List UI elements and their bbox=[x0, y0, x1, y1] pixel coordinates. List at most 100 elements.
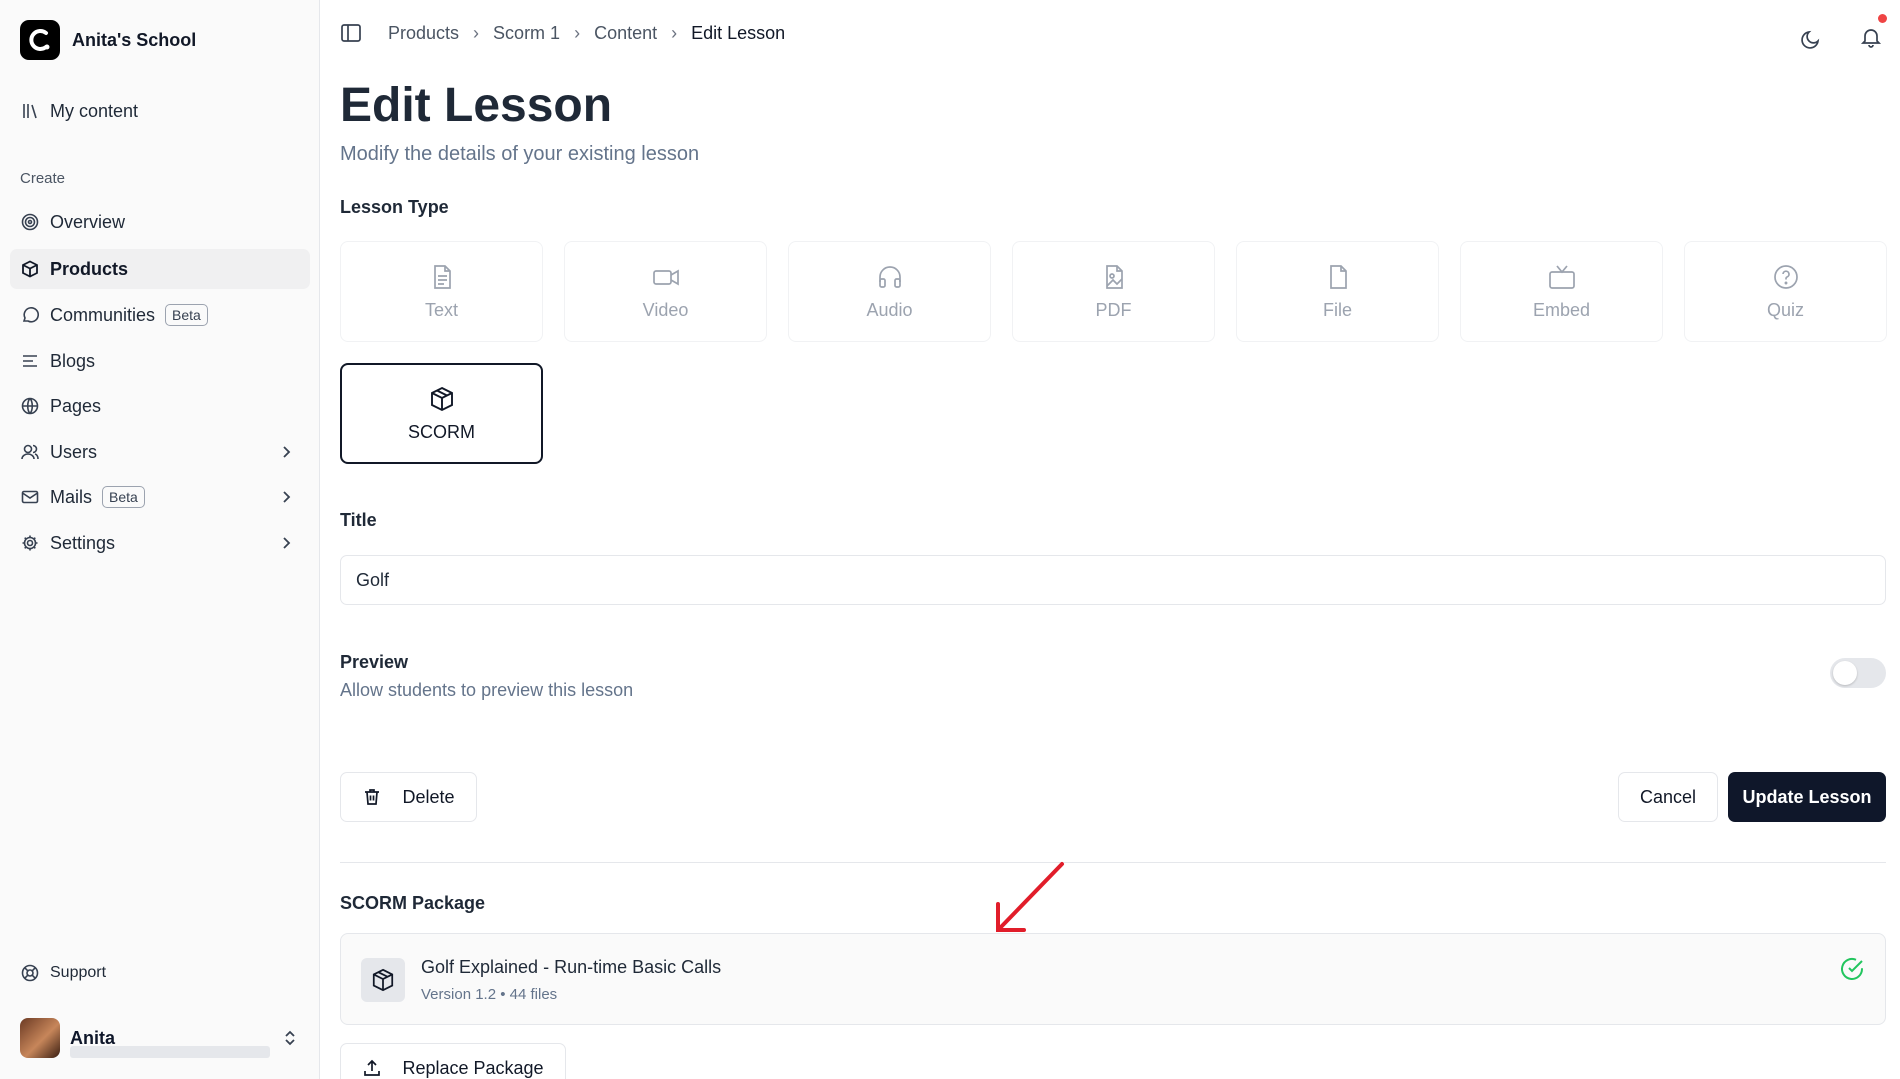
check-circle-icon bbox=[1841, 958, 1863, 980]
users-icon bbox=[20, 442, 40, 462]
sidebar-item-label: Mails bbox=[50, 486, 93, 507]
brand[interactable]: Anita's School bbox=[20, 20, 196, 60]
annotation-arrow-icon bbox=[996, 862, 1064, 932]
lesson-type-quiz[interactable]: Quiz bbox=[1684, 241, 1887, 342]
chevron-right-icon bbox=[283, 537, 291, 549]
title-input[interactable]: Golf bbox=[340, 555, 1886, 605]
dark-mode-icon[interactable] bbox=[1800, 28, 1822, 50]
sidebar-item-mails[interactable]: Mails Beta bbox=[10, 477, 310, 517]
breadcrumb-separator-icon: › bbox=[574, 22, 581, 43]
preview-label: Preview bbox=[340, 652, 409, 672]
page-subtitle: Modify the details of your existing less… bbox=[340, 143, 700, 165]
file-image-icon bbox=[1099, 262, 1129, 292]
page-title: Edit Lesson bbox=[340, 79, 613, 132]
sidebar-item-label: Communities bbox=[50, 304, 156, 325]
lesson-type-scorm[interactable]: SCORM bbox=[340, 363, 543, 464]
breadcrumb: Products › Scorm 1 › Content › Edit Less… bbox=[340, 22, 785, 44]
sidebar-item-settings[interactable]: Settings bbox=[10, 523, 310, 563]
lesson-type-label: File bbox=[1322, 300, 1352, 320]
list-icon bbox=[20, 351, 40, 371]
sidebar-item-label: Overview bbox=[50, 211, 126, 232]
sidebar-item-my-content[interactable]: My content bbox=[10, 91, 310, 131]
lesson-type-label: SCORM bbox=[408, 422, 475, 442]
lesson-type-pdf[interactable]: PDF bbox=[1012, 241, 1215, 342]
gear-icon bbox=[20, 533, 40, 553]
library-icon bbox=[20, 101, 40, 121]
breadcrumb-products[interactable]: Products bbox=[388, 23, 459, 44]
sidebar-item-label: Settings bbox=[50, 532, 116, 553]
lesson-type-audio[interactable]: Audio bbox=[788, 241, 991, 342]
chat-icon bbox=[20, 305, 40, 325]
trash-icon bbox=[365, 789, 380, 805]
file-text-icon bbox=[427, 262, 457, 292]
cancel-button[interactable]: Cancel bbox=[1618, 772, 1718, 822]
scorm-package-label: SCORM Package bbox=[340, 893, 486, 913]
delete-button[interactable]: Delete bbox=[340, 772, 477, 822]
lesson-type-video[interactable]: Video bbox=[564, 241, 767, 342]
package-meta: Version 1.2 • 44 files bbox=[421, 986, 558, 1003]
lesson-type-label: Quiz bbox=[1766, 300, 1804, 320]
sidebar-toggle-icon[interactable] bbox=[340, 22, 362, 44]
beta-badge: Beta bbox=[102, 486, 145, 508]
lesson-type-file[interactable]: File bbox=[1236, 241, 1439, 342]
preview-toggle[interactable] bbox=[1830, 658, 1886, 688]
avatar bbox=[20, 1018, 60, 1058]
replace-package-button[interactable]: Replace Package bbox=[340, 1043, 566, 1079]
headphones-icon bbox=[875, 262, 905, 292]
sidebar-item-support[interactable]: Support bbox=[10, 953, 310, 993]
chevron-right-icon bbox=[283, 491, 291, 503]
help-circle-icon bbox=[1771, 262, 1801, 292]
sidebar-item-blogs[interactable]: Blogs bbox=[10, 341, 310, 381]
box-icon bbox=[20, 259, 40, 279]
cancel-label: Cancel bbox=[1639, 786, 1697, 807]
scorm-package-card: Golf Explained - Run-time Basic Calls Ve… bbox=[340, 933, 1886, 1025]
title-input-value: Golf bbox=[356, 569, 390, 590]
lesson-type-label: Video bbox=[642, 300, 689, 320]
main-content: Products › Scorm 1 › Content › Edit Less… bbox=[320, 0, 1900, 1079]
lesson-type-embed[interactable]: Embed bbox=[1460, 241, 1663, 342]
breadcrumb-content[interactable]: Content bbox=[594, 23, 657, 44]
sidebar-item-label: My content bbox=[50, 100, 139, 121]
sidebar-item-pages[interactable]: Pages bbox=[10, 386, 310, 426]
replace-package-label: Replace Package bbox=[402, 1057, 544, 1078]
user-menu[interactable]: Anita bbox=[20, 1018, 300, 1058]
lesson-type-label: Lesson Type bbox=[340, 197, 449, 217]
divider bbox=[340, 862, 1886, 863]
sidebar-item-label: Users bbox=[50, 441, 98, 462]
update-lesson-button[interactable]: Update Lesson bbox=[1728, 772, 1886, 822]
upload-icon bbox=[364, 1059, 381, 1076]
breadcrumb-separator-icon: › bbox=[473, 22, 480, 43]
beta-badge: Beta bbox=[165, 304, 208, 326]
package-name: Golf Explained - Run-time Basic Calls bbox=[421, 957, 722, 977]
lifebuoy-icon bbox=[20, 963, 40, 983]
toggle-knob bbox=[1833, 661, 1857, 685]
delete-label: Delete bbox=[402, 786, 455, 807]
sidebar: Anita's School My content Create Overvie… bbox=[0, 0, 320, 1079]
sidebar-item-label: Products bbox=[50, 258, 129, 279]
notifications-button[interactable] bbox=[1860, 14, 1887, 52]
breadcrumb-current: Edit Lesson bbox=[691, 22, 786, 43]
sidebar-item-label: Blogs bbox=[50, 350, 96, 371]
user-email-redacted bbox=[70, 1046, 270, 1058]
video-icon bbox=[651, 262, 681, 292]
sidebar-item-overview[interactable]: Overview bbox=[10, 202, 310, 242]
sidebar-item-label: Support bbox=[50, 964, 107, 981]
package-icon bbox=[427, 384, 457, 414]
sidebar-item-products[interactable]: Products bbox=[10, 249, 310, 289]
lesson-type-label: PDF bbox=[1095, 300, 1132, 320]
brand-logo-icon bbox=[20, 20, 60, 60]
preview-description: Allow students to preview this lesson bbox=[340, 680, 634, 700]
breadcrumb-scorm-1[interactable]: Scorm 1 bbox=[493, 23, 560, 44]
sidebar-item-communities[interactable]: Communities Beta bbox=[10, 295, 310, 335]
notification-dot bbox=[1878, 14, 1887, 23]
lesson-type-label: Text bbox=[424, 300, 458, 320]
bell-icon bbox=[1860, 29, 1882, 48]
package-icon bbox=[361, 958, 405, 1002]
lesson-type-label: Embed bbox=[1532, 300, 1591, 320]
lesson-type-text[interactable]: Text bbox=[340, 241, 543, 342]
lesson-type-label: Audio bbox=[866, 300, 913, 320]
target-icon bbox=[20, 212, 40, 232]
sidebar-item-users[interactable]: Users bbox=[10, 432, 310, 472]
breadcrumb-separator-icon: › bbox=[671, 22, 678, 43]
update-lesson-label: Update Lesson bbox=[1742, 786, 1872, 807]
